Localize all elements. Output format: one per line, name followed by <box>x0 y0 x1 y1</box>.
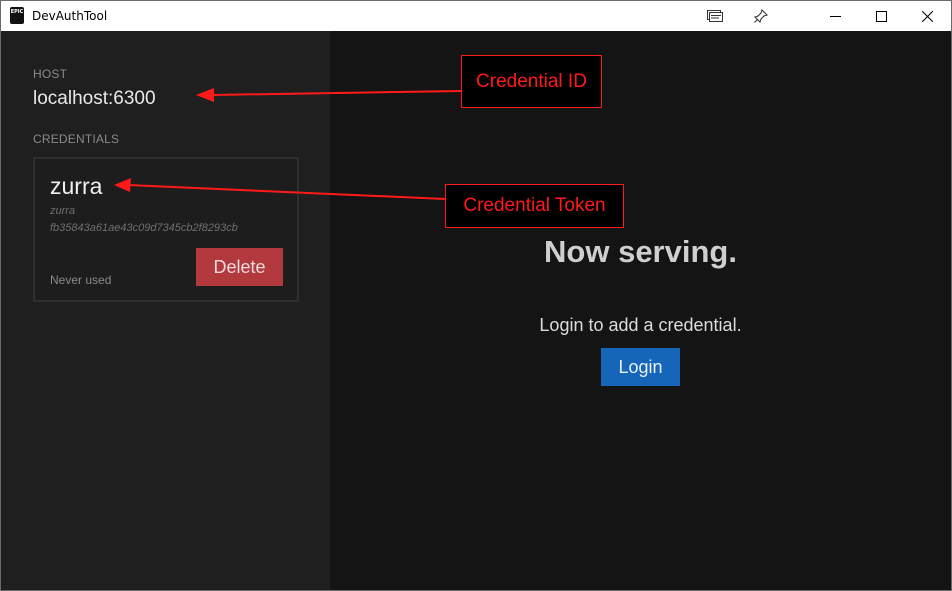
login-button[interactable]: Login <box>601 348 680 386</box>
title-bar[interactable]: EPIC DevAuthTool <box>1 1 951 31</box>
maximize-icon[interactable] <box>858 1 904 31</box>
sidebar: HOST localhost:6300 CREDENTIALS zurra zu… <box>1 31 330 590</box>
callout-credential-id: Credential ID <box>461 55 602 108</box>
credentials-label: CREDENTIALS <box>33 132 120 146</box>
epic-logo-icon: EPIC <box>10 7 24 24</box>
status-heading: Now serving. <box>544 234 737 269</box>
delete-button[interactable]: Delete <box>196 248 283 286</box>
callout-credential-token: Credential Token <box>445 184 624 228</box>
credential-status: Never used <box>50 273 112 287</box>
credential-card: zurra zurra fb35843a61ae43c09d7345cb2f82… <box>33 157 299 302</box>
credential-token: fb35843a61ae43c09d7345cb2f8293cb <box>50 222 238 234</box>
window-title: DevAuthTool <box>32 9 108 23</box>
host-value: localhost:6300 <box>33 88 156 109</box>
pin-icon[interactable] <box>738 1 784 31</box>
tabs-icon[interactable] <box>692 1 738 31</box>
credential-name: zurra <box>50 173 103 199</box>
close-icon[interactable] <box>904 1 950 31</box>
credential-account: zurra <box>50 205 76 217</box>
host-label: HOST <box>33 67 68 81</box>
main-panel: Now serving. Login to add a credential. … <box>330 31 951 590</box>
login-hint: Login to add a credential. <box>539 315 742 335</box>
minimize-icon[interactable] <box>812 1 858 31</box>
